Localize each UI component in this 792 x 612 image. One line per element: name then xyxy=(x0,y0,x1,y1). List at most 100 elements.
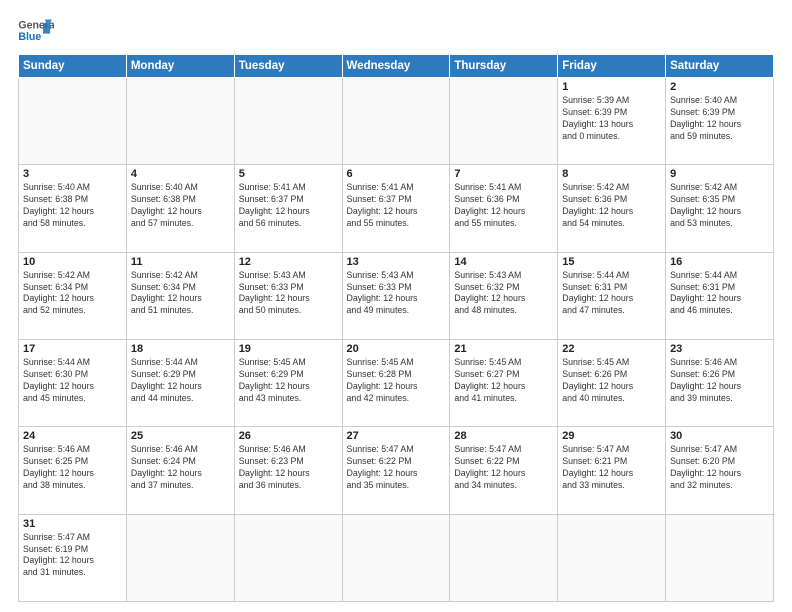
weekday-header-thursday: Thursday xyxy=(450,55,558,78)
calendar-cell xyxy=(342,78,450,165)
calendar-cell: 15Sunrise: 5:44 AMSunset: 6:31 PMDayligh… xyxy=(558,252,666,339)
day-info: Sunrise: 5:44 AMSunset: 6:30 PMDaylight:… xyxy=(23,357,122,405)
day-number: 28 xyxy=(454,430,553,442)
weekday-header-monday: Monday xyxy=(126,55,234,78)
day-info: Sunrise: 5:39 AMSunset: 6:39 PMDaylight:… xyxy=(562,95,661,143)
day-number: 24 xyxy=(23,430,122,442)
header: General Blue xyxy=(18,16,774,46)
calendar-cell xyxy=(450,514,558,601)
calendar-cell: 19 Sunrise: 5:45 AMSunset: 6:29 PMDayligh… xyxy=(234,339,342,426)
day-info: Sunrise: 5:40 AMSunset: 6:39 PMDaylight:… xyxy=(670,95,769,143)
day-number: 10 xyxy=(23,256,122,268)
day-info: Sunrise: 5:42 AMSunset: 6:34 PMDaylight:… xyxy=(131,270,230,318)
svg-text:Blue: Blue xyxy=(18,31,41,43)
calendar-cell xyxy=(558,514,666,601)
day-number: 22 xyxy=(562,343,661,355)
day-number: 21 xyxy=(454,343,553,355)
calendar-cell: 10 Sunrise: 5:42 AMSunset: 6:34 PMDayligh… xyxy=(19,252,127,339)
day-number: 9 xyxy=(670,168,769,180)
day-number: 4 xyxy=(131,168,230,180)
day-number: 15 xyxy=(562,256,661,268)
day-info: Sunrise: 5:46 AMSunset: 6:24 PMDaylight:… xyxy=(131,444,230,492)
day-info: Sunrise: 5:42 AMSunset: 6:35 PMDaylight:… xyxy=(670,182,769,230)
calendar-cell: 18 Sunrise: 5:44 AMSunset: 6:29 PMDayligh… xyxy=(126,339,234,426)
weekday-header-tuesday: Tuesday xyxy=(234,55,342,78)
calendar-week-row: 31 Sunrise: 5:47 AMSunset: 6:19 PMDayligh… xyxy=(19,514,774,601)
calendar-cell: 8Sunrise: 5:42 AMSunset: 6:36 PMDaylight… xyxy=(558,165,666,252)
calendar-cell: 12Sunrise: 5:43 AMSunset: 6:33 PMDayligh… xyxy=(234,252,342,339)
calendar-cell: 23 Sunrise: 5:46 AMSunset: 6:26 PMDayligh… xyxy=(666,339,774,426)
calendar-week-row: 1 Sunrise: 5:39 AMSunset: 6:39 PMDaylight… xyxy=(19,78,774,165)
calendar-cell xyxy=(126,514,234,601)
day-info: Sunrise: 5:46 AMSunset: 6:26 PMDaylight:… xyxy=(670,357,769,405)
calendar-cell: 5 Sunrise: 5:41 AMSunset: 6:37 PMDaylight… xyxy=(234,165,342,252)
day-number: 30 xyxy=(670,430,769,442)
calendar-cell: 2Sunrise: 5:40 AMSunset: 6:39 PMDaylight… xyxy=(666,78,774,165)
day-number: 25 xyxy=(131,430,230,442)
calendar-cell: 3 Sunrise: 5:40 AMSunset: 6:38 PMDaylight… xyxy=(19,165,127,252)
calendar-table: SundayMondayTuesdayWednesdayThursdayFrid… xyxy=(18,54,774,602)
day-number: 11 xyxy=(131,256,230,268)
day-number: 26 xyxy=(239,430,338,442)
calendar-cell: 11 Sunrise: 5:42 AMSunset: 6:34 PMDayligh… xyxy=(126,252,234,339)
day-number: 5 xyxy=(239,168,338,180)
day-info: Sunrise: 5:41 AMSunset: 6:37 PMDaylight:… xyxy=(239,182,338,230)
day-number: 1 xyxy=(562,81,661,93)
day-info: Sunrise: 5:42 AMSunset: 6:34 PMDaylight:… xyxy=(23,270,122,318)
day-info: Sunrise: 5:44 AMSunset: 6:29 PMDaylight:… xyxy=(131,357,230,405)
calendar-cell: 27Sunrise: 5:47 AMSunset: 6:22 PMDayligh… xyxy=(342,427,450,514)
day-number: 19 xyxy=(239,343,338,355)
day-info: Sunrise: 5:41 AMSunset: 6:37 PMDaylight:… xyxy=(347,182,446,230)
day-number: 18 xyxy=(131,343,230,355)
calendar-cell: 7Sunrise: 5:41 AMSunset: 6:36 PMDaylight… xyxy=(450,165,558,252)
calendar-week-row: 17 Sunrise: 5:44 AMSunset: 6:30 PMDayligh… xyxy=(19,339,774,426)
day-number: 13 xyxy=(347,256,446,268)
calendar-cell xyxy=(666,514,774,601)
calendar-header-row: SundayMondayTuesdayWednesdayThursdayFrid… xyxy=(19,55,774,78)
day-number: 14 xyxy=(454,256,553,268)
day-info: Sunrise: 5:47 AMSunset: 6:21 PMDaylight:… xyxy=(562,444,661,492)
weekday-header-saturday: Saturday xyxy=(666,55,774,78)
day-info: Sunrise: 5:45 AMSunset: 6:26 PMDaylight:… xyxy=(562,357,661,405)
day-info: Sunrise: 5:47 AMSunset: 6:22 PMDaylight:… xyxy=(454,444,553,492)
weekday-header-sunday: Sunday xyxy=(19,55,127,78)
calendar-cell: 14 Sunrise: 5:43 AMSunset: 6:32 PMDayligh… xyxy=(450,252,558,339)
calendar-cell xyxy=(342,514,450,601)
page: General Blue SundayMondayTuesdayWednesda… xyxy=(0,0,792,612)
day-info: Sunrise: 5:45 AMSunset: 6:28 PMDaylight:… xyxy=(347,357,446,405)
day-number: 31 xyxy=(23,518,122,530)
day-info: Sunrise: 5:43 AMSunset: 6:33 PMDaylight:… xyxy=(347,270,446,318)
day-info: Sunrise: 5:40 AMSunset: 6:38 PMDaylight:… xyxy=(23,182,122,230)
day-number: 23 xyxy=(670,343,769,355)
day-info: Sunrise: 5:45 AMSunset: 6:29 PMDaylight:… xyxy=(239,357,338,405)
calendar-cell xyxy=(126,78,234,165)
day-number: 3 xyxy=(23,168,122,180)
calendar-cell: 4 Sunrise: 5:40 AMSunset: 6:38 PMDaylight… xyxy=(126,165,234,252)
logo: General Blue xyxy=(18,16,54,46)
calendar-cell: 21 Sunrise: 5:45 AMSunset: 6:27 PMDayligh… xyxy=(450,339,558,426)
generalblue-logo-icon: General Blue xyxy=(18,16,54,46)
day-number: 20 xyxy=(347,343,446,355)
day-info: Sunrise: 5:45 AMSunset: 6:27 PMDaylight:… xyxy=(454,357,553,405)
day-info: Sunrise: 5:47 AMSunset: 6:19 PMDaylight:… xyxy=(23,532,122,580)
calendar-cell xyxy=(19,78,127,165)
calendar-week-row: 3 Sunrise: 5:40 AMSunset: 6:38 PMDaylight… xyxy=(19,165,774,252)
day-info: Sunrise: 5:47 AMSunset: 6:20 PMDaylight:… xyxy=(670,444,769,492)
calendar-cell: 22 Sunrise: 5:45 AMSunset: 6:26 PMDayligh… xyxy=(558,339,666,426)
calendar-week-row: 10 Sunrise: 5:42 AMSunset: 6:34 PMDayligh… xyxy=(19,252,774,339)
calendar-cell: 29 Sunrise: 5:47 AMSunset: 6:21 PMDayligh… xyxy=(558,427,666,514)
day-number: 29 xyxy=(562,430,661,442)
day-info: Sunrise: 5:44 AMSunset: 6:31 PMDaylight:… xyxy=(670,270,769,318)
day-info: Sunrise: 5:43 AMSunset: 6:32 PMDaylight:… xyxy=(454,270,553,318)
calendar-cell xyxy=(234,514,342,601)
day-info: Sunrise: 5:40 AMSunset: 6:38 PMDaylight:… xyxy=(131,182,230,230)
day-info: Sunrise: 5:41 AMSunset: 6:36 PMDaylight:… xyxy=(454,182,553,230)
calendar-cell: 31 Sunrise: 5:47 AMSunset: 6:19 PMDayligh… xyxy=(19,514,127,601)
day-info: Sunrise: 5:47 AMSunset: 6:22 PMDaylight:… xyxy=(347,444,446,492)
day-number: 16 xyxy=(670,256,769,268)
calendar-cell: 26Sunrise: 5:46 AMSunset: 6:23 PMDayligh… xyxy=(234,427,342,514)
calendar-cell: 1 Sunrise: 5:39 AMSunset: 6:39 PMDaylight… xyxy=(558,78,666,165)
day-number: 17 xyxy=(23,343,122,355)
calendar-cell: 17 Sunrise: 5:44 AMSunset: 6:30 PMDayligh… xyxy=(19,339,127,426)
calendar-cell: 25 Sunrise: 5:46 AMSunset: 6:24 PMDayligh… xyxy=(126,427,234,514)
